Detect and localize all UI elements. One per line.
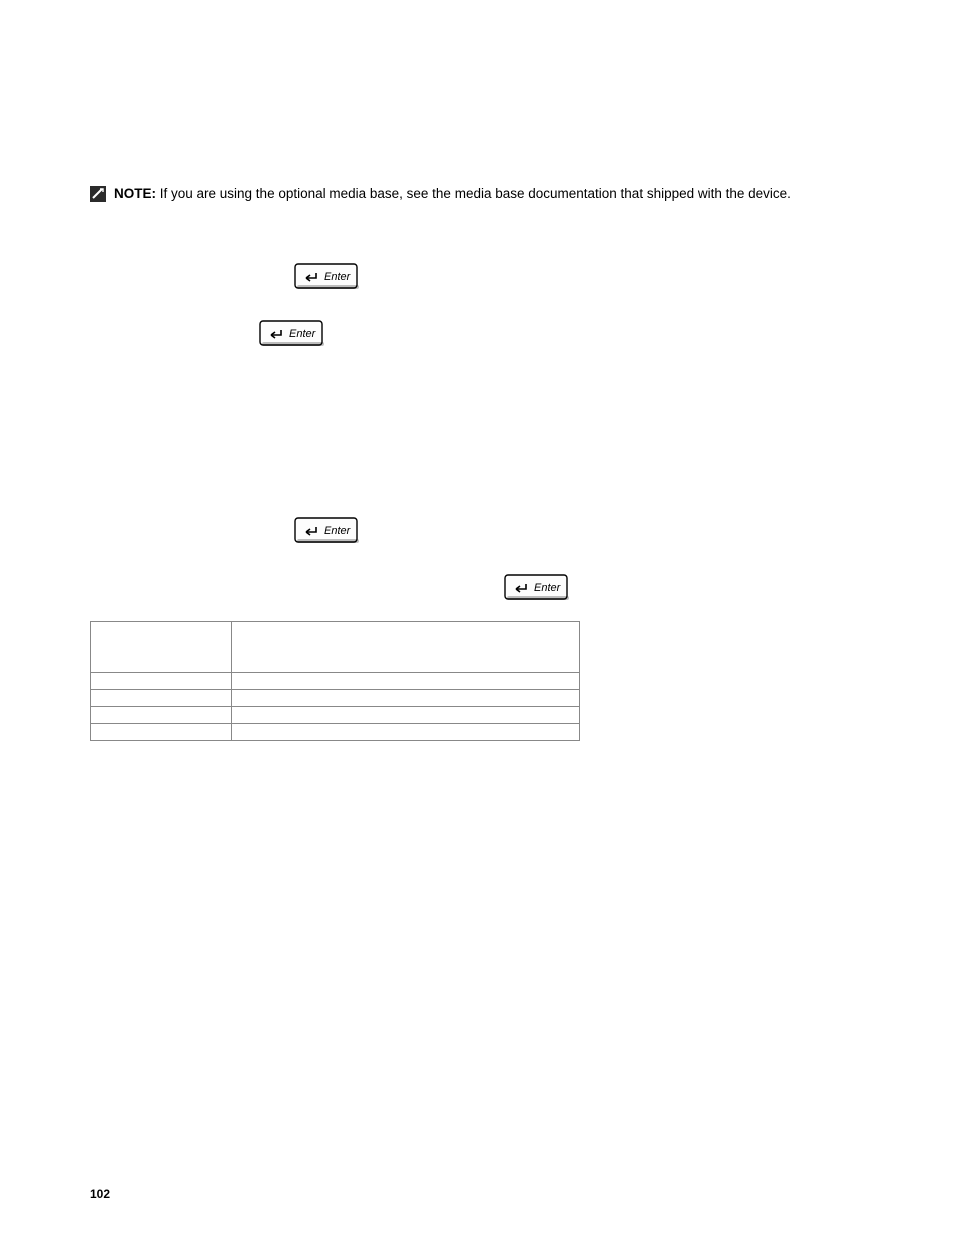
table-row — [91, 707, 580, 724]
table-cell — [91, 690, 232, 707]
enter-key-label: Enter — [289, 328, 317, 340]
enter-key-icon: Enter — [294, 263, 360, 296]
enter-key-icon: Enter — [504, 574, 570, 607]
page-footer: 102 Troubleshooting — [90, 1187, 874, 1201]
enter-key-label: Enter — [324, 525, 352, 537]
table-row — [91, 724, 580, 741]
note-text: NOTE: If you are using the optional medi… — [114, 184, 791, 204]
table-cell — [91, 707, 232, 724]
table-row — [91, 622, 580, 673]
table-header-cell — [232, 622, 580, 673]
enter-key-icon: Enter — [259, 320, 325, 353]
page-number: 102 — [90, 1187, 110, 1201]
note-body: If you are using the optional media base… — [156, 186, 791, 201]
step-line-1: Enter — [290, 263, 874, 296]
step-line-3: Enter — [290, 517, 874, 550]
table-cell — [232, 707, 580, 724]
table-row — [91, 690, 580, 707]
note-prefix: NOTE: — [114, 186, 156, 201]
table-cell — [232, 673, 580, 690]
enter-key-label: Enter — [324, 271, 352, 283]
enter-key-label: Enter — [534, 582, 562, 594]
table-cell — [91, 724, 232, 741]
table-row — [91, 673, 580, 690]
table-cell — [91, 673, 232, 690]
step-line-2: Enter — [255, 320, 874, 353]
document-page: NOTE: If you are using the optional medi… — [0, 0, 954, 1235]
note-icon — [90, 186, 106, 207]
enter-key-icon: Enter — [294, 517, 360, 550]
table-header-cell — [91, 622, 232, 673]
note-row: NOTE: If you are using the optional medi… — [90, 184, 874, 207]
table-cell — [232, 690, 580, 707]
step-line-4: Enter — [500, 574, 874, 607]
example-table — [90, 621, 580, 741]
table-cell — [232, 724, 580, 741]
